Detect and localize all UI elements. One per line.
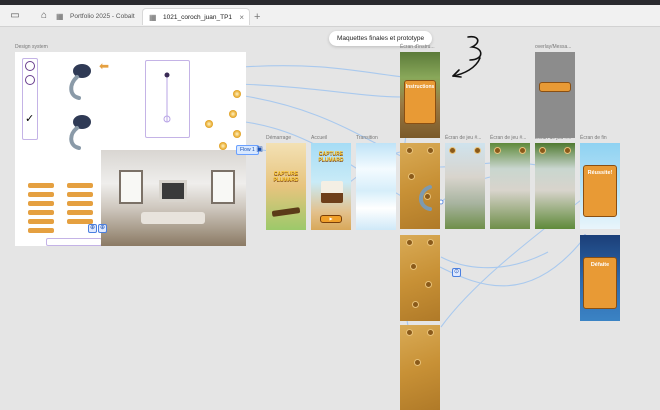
tab-label: Portfolio 2025 - Cobalt — [70, 13, 135, 20]
map-marker-icon — [412, 301, 419, 308]
component-handle-icon[interactable]: ⊕ — [88, 224, 97, 233]
checkmark-icon: ✓ — [25, 113, 35, 125]
screen-demarrage[interactable]: CAPTURE PLUMARD — [266, 143, 306, 230]
radio-icon — [25, 75, 35, 85]
win-panel: Réussite! — [583, 165, 617, 217]
map-marker-icon — [564, 147, 571, 154]
coin-icon — [233, 90, 241, 98]
panel-title: Instructions — [405, 84, 435, 90]
slider-component — [163, 72, 171, 123]
living-room-image — [101, 150, 246, 246]
frame-label-transition: Transition — [356, 135, 378, 141]
map-marker-icon — [406, 147, 413, 154]
play-button[interactable]: ▶ — [320, 215, 342, 223]
tab-active-file[interactable]: ▦ 1021_coroch_juan_TP1 (Copy) × — [142, 8, 250, 38]
frame-label-overlay: overlay/Messa... — [535, 44, 572, 50]
screen-jeu-2[interactable] — [445, 143, 485, 229]
figma-file-icon: ▦ — [56, 12, 64, 21]
map-marker-icon — [427, 239, 434, 246]
screen-accueil[interactable]: CAPTURE PLUMARD ▶ — [311, 143, 351, 230]
map-marker-icon — [449, 147, 456, 154]
lose-panel: Défaite — [583, 257, 617, 309]
icon-grid-outline — [46, 238, 102, 246]
map-marker-icon — [494, 147, 501, 154]
screen-fin-defaite[interactable]: Défaite — [580, 235, 620, 321]
frame-label-fin: Écran de fin — [580, 135, 607, 141]
coin-icon — [219, 142, 227, 150]
screen-jeu-4[interactable] — [535, 143, 575, 229]
home-icon[interactable]: ⌂ — [37, 9, 51, 23]
map-marker-icon — [406, 329, 413, 336]
win-title: Réussite! — [587, 170, 613, 176]
design-system-frame[interactable]: ✓ ⬅ — [15, 52, 246, 246]
message-panel — [539, 82, 571, 92]
anchor-hook-icon — [69, 64, 91, 100]
coin-icon — [233, 130, 241, 138]
lose-title: Défaite — [590, 262, 610, 268]
anchor-hook-icon — [69, 115, 91, 150]
button-variant — [28, 192, 54, 197]
instructions-panel: Instructions — [404, 80, 436, 124]
map-marker-icon — [414, 359, 421, 366]
tab-bar: ▭ ⌂ ▦ Portfolio 2025 - Cobalt ▦ 1021_cor… — [0, 5, 660, 38]
map-marker-icon — [425, 281, 432, 288]
screen-overlay-message[interactable] — [535, 52, 575, 138]
frame-label-demarrage: Démarrage — [266, 135, 292, 141]
screen-jeu-1c[interactable] — [400, 325, 440, 410]
button-variant — [28, 183, 54, 188]
tab-portfolio[interactable]: ▦ Portfolio 2025 - Cobalt — [50, 8, 142, 25]
ship-icon — [321, 181, 343, 203]
game-title: CAPTURE PLUMARD — [273, 171, 299, 183]
frame-label-jeu-2: Écran de jeu #... — [490, 135, 527, 141]
sidebar-toggle-icon[interactable]: ▭ — [8, 9, 22, 23]
frame-label-jeu-1: Écran de jeu #... — [445, 135, 482, 141]
close-icon[interactable]: × — [239, 9, 244, 26]
annotation-arrow — [452, 35, 482, 78]
map-marker-icon — [427, 329, 434, 336]
map-marker-icon — [427, 147, 434, 154]
map-marker-icon — [539, 147, 546, 154]
button-variant — [28, 228, 54, 233]
frame-label-design-system: Design system — [15, 44, 48, 50]
figma-canvas[interactable]: Maquettes finales et prototype Design sy… — [0, 27, 660, 410]
coin-icon — [229, 110, 237, 118]
map-marker-icon — [406, 239, 413, 246]
button-variant — [28, 210, 54, 215]
anchor-hook-icon — [419, 185, 432, 211]
map-marker-icon — [410, 263, 417, 270]
flow-start-icon[interactable]: ▣ — [255, 145, 264, 155]
button-variant — [67, 192, 93, 197]
arrow-left-icon: ⬅ — [99, 59, 110, 73]
screen-transition[interactable] — [356, 143, 396, 230]
spyglass-icon — [271, 207, 301, 217]
plus-icon[interactable]: + — [254, 11, 260, 23]
figma-file-icon: ▦ — [149, 13, 157, 22]
button-variant — [67, 183, 93, 188]
frame-label-accueil: Accueil — [311, 135, 328, 141]
prototype-node-icon[interactable]: ⊙ — [452, 268, 461, 277]
button-variant — [67, 201, 93, 206]
component-handle-icon[interactable]: ⊕ — [98, 224, 107, 233]
map-marker-icon — [408, 173, 415, 180]
map-marker-icon — [474, 147, 481, 154]
screen-jeu-3[interactable] — [490, 143, 530, 229]
frame-label-instructions: Écran d'instru... — [400, 44, 435, 50]
coin-icon — [205, 120, 213, 128]
button-variant — [28, 219, 54, 224]
screen-instructions[interactable]: Instructions — [400, 52, 440, 138]
game-title: CAPTURE PLUMARD — [318, 151, 344, 163]
button-variant — [28, 201, 54, 206]
screen-jeu-1a[interactable] — [400, 143, 440, 229]
screen-jeu-1b[interactable] — [400, 235, 440, 321]
screen-fin-reussite[interactable]: Réussite! — [580, 143, 620, 229]
button-variant — [67, 210, 93, 215]
radio-icon — [25, 61, 35, 71]
map-marker-icon — [519, 147, 526, 154]
